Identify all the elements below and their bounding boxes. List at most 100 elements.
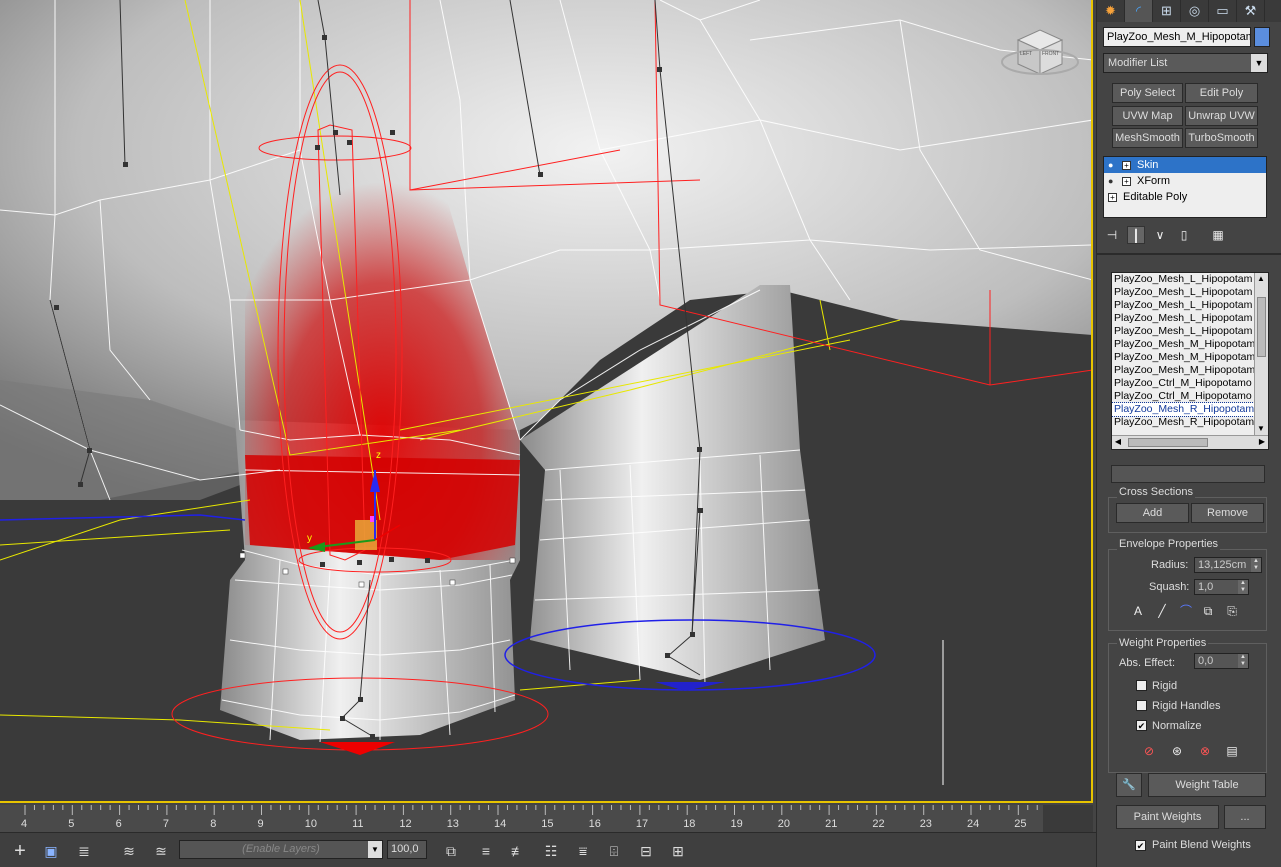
remove-cross-section-button[interactable]: Remove [1191, 503, 1264, 523]
modifier-list-label: Modifier List [1108, 57, 1168, 69]
bone-list-item[interactable]: PlayZoo_Mesh_L_Hipopotam [1112, 312, 1254, 325]
paste-envelope-icon[interactable]: ⎘ [1223, 602, 1241, 620]
add-to-layer-icon[interactable]: ⧉ [440, 840, 462, 862]
bake-weights-icon[interactable]: ▤ [1223, 742, 1241, 760]
stack-item-skin[interactable]: ● + Skin [1104, 157, 1266, 173]
scrollbar-thumb[interactable] [1128, 438, 1208, 447]
utilities-icon[interactable]: ⚒ [1237, 0, 1265, 22]
bone-name-field[interactable] [1111, 465, 1265, 483]
hide-layer-icon[interactable]: ⩸ [572, 840, 594, 862]
stack-item-editable-poly[interactable]: + Editable Poly [1104, 189, 1266, 205]
layer-render-icon[interactable]: ⊟ [635, 840, 657, 862]
bone-list-item[interactable]: PlayZoo_Mesh_L_Hipopotam [1112, 273, 1254, 286]
remove-modifier-icon[interactable]: ▯ [1175, 226, 1193, 244]
layer-dropdown[interactable]: (Enable Layers) ▼ [179, 840, 383, 859]
timeline-ruler[interactable]: 4 5 6 7 8 9 10 11 12 13 14 15 16 17 18 19 20 21 22 23 24 25 [0, 805, 1093, 832]
motion-icon[interactable]: ◎ [1181, 0, 1209, 22]
object-color-swatch[interactable] [1254, 27, 1270, 47]
copy-envelope-icon[interactable]: ⧉ [1199, 602, 1217, 620]
object-name-field[interactable]: PlayZoo_Mesh_M_Hipopotam [1103, 27, 1251, 47]
scroll-up-icon[interactable]: ▲ [1255, 273, 1267, 285]
percent-field[interactable]: 100,0 [387, 840, 427, 859]
create-icon[interactable]: ✹ [1097, 0, 1125, 22]
make-unique-icon[interactable]: ∨ [1151, 226, 1169, 244]
edit-poly-button[interactable]: Edit Poly [1185, 83, 1258, 103]
bone-list-item[interactable]: PlayZoo_Mesh_R_Hipopotam [1112, 416, 1254, 429]
chevron-down-icon: ▼ [1251, 54, 1267, 72]
paint-blend-weights-checkbox[interactable]: ✔ [1135, 840, 1146, 851]
squash-spinner[interactable]: 1,0 ▲ ▼ [1194, 579, 1249, 595]
exclude-verts-icon[interactable]: ⊘ [1140, 742, 1158, 760]
freeze-layer-icon[interactable]: ⌹ [603, 840, 625, 862]
layer-dropdown-label: (Enable Layers) [242, 843, 320, 855]
lightbulb-icon[interactable]: ● [1108, 176, 1118, 186]
normalize-checkbox[interactable]: ✔ [1136, 720, 1147, 731]
display-icon[interactable]: ▭ [1209, 0, 1237, 22]
lightbulb-icon[interactable]: ● [1108, 160, 1118, 170]
poly-select-button[interactable]: Poly Select [1112, 83, 1183, 103]
scroll-right-icon[interactable]: ▶ [1256, 436, 1268, 448]
bone-list-item[interactable]: PlayZoo_Mesh_M_Hipopotam [1112, 351, 1254, 364]
timeline-tick-label: 24 [967, 818, 980, 830]
bone-list-item[interactable]: PlayZoo_Mesh_M_Hipopotam [1112, 364, 1254, 377]
plus-icon[interactable]: + [9, 840, 31, 862]
paint-weights-button[interactable]: Paint Weights [1116, 805, 1219, 829]
bone-list-item[interactable]: PlayZoo_Mesh_L_Hipopotam [1112, 299, 1254, 312]
bone-list-vertical-scrollbar[interactable]: ▲ ▼ [1254, 273, 1268, 435]
envelope-visible-icon[interactable]: ╱ [1153, 602, 1171, 620]
rigid-checkbox[interactable] [1136, 680, 1147, 691]
modify-icon[interactable]: ◜ [1125, 0, 1153, 22]
perspective-viewport[interactable]: z y LEFT FRONT [0, 0, 1093, 803]
paint-options-button[interactable]: ... [1224, 805, 1266, 829]
turbosmooth-button[interactable]: TurboSmooth [1185, 128, 1258, 148]
spinner-arrows-icon[interactable]: ▲ ▼ [1251, 558, 1261, 572]
bone-list-item[interactable]: PlayZoo_Ctrl_M_Hipopotamo [1112, 390, 1254, 403]
scroll-down-icon[interactable]: ▼ [1255, 423, 1267, 435]
rigid-handles-label: Rigid Handles [1152, 700, 1221, 712]
pin-stack-icon[interactable]: ⊣ [1103, 226, 1121, 244]
select-layer-icon[interactable]: ≣ [73, 840, 95, 862]
include-verts-icon[interactable]: ⊛ [1168, 742, 1186, 760]
uvw-map-button[interactable]: UVW Map [1112, 106, 1183, 126]
bone-list[interactable]: PlayZoo_Mesh_L_Hipopotam PlayZoo_Mesh_L_H… [1111, 272, 1269, 450]
select-object-icon[interactable]: ▣ [40, 840, 62, 862]
expand-icon[interactable]: + [1108, 192, 1117, 202]
meshsmooth-button[interactable]: MeshSmooth [1112, 128, 1183, 148]
configure-modifier-sets-icon[interactable]: ▦ [1209, 226, 1227, 244]
layer-manager-icon[interactable]: ≋ [118, 840, 140, 862]
spinner-arrows-icon[interactable]: ▲ ▼ [1238, 580, 1248, 594]
falloff-icon[interactable]: ⌒ [1177, 602, 1195, 620]
scroll-left-icon[interactable]: ◀ [1112, 436, 1124, 448]
wrench-button[interactable]: 🔧 [1116, 773, 1142, 797]
bone-list-item[interactable]: PlayZoo_Ctrl_M_Hipopotamo [1112, 377, 1254, 390]
layer-color-icon[interactable]: ⊞ [667, 840, 689, 862]
envelope-absolute-icon[interactable]: A [1129, 602, 1147, 620]
viewcube-face-front: FRONT [1042, 51, 1059, 57]
rigid-handles-checkbox[interactable] [1136, 700, 1147, 711]
bone-list-item[interactable]: PlayZoo_Mesh_L_Hipopotam [1112, 286, 1254, 299]
axis-label-y: y [307, 533, 312, 544]
select-layer-objects-icon[interactable]: ☷ [540, 840, 562, 862]
expand-icon[interactable]: + [1122, 160, 1131, 170]
stack-item-xform[interactable]: ● + XForm [1104, 173, 1266, 189]
squash-label: Squash: [1149, 581, 1190, 593]
modifier-list-dropdown[interactable]: Modifier List ▼ [1103, 53, 1268, 73]
select-excluded-icon[interactable]: ⊗ [1196, 742, 1214, 760]
spinner-arrows-icon[interactable]: ▲ ▼ [1238, 654, 1248, 668]
expand-icon[interactable]: + [1122, 176, 1131, 186]
show-end-result-icon[interactable]: ┃ [1127, 226, 1145, 244]
add-cross-section-button[interactable]: Add [1116, 503, 1189, 523]
bone-list-item[interactable]: PlayZoo_Mesh_L_Hipopotam [1112, 325, 1254, 338]
layer-properties-icon[interactable]: ≊ [150, 840, 172, 862]
abs-effect-spinner[interactable]: 0,0 ▲ ▼ [1194, 653, 1249, 669]
scrollbar-thumb[interactable] [1257, 297, 1266, 357]
bone-list-item[interactable]: PlayZoo_Mesh_R_Hipopotam [1112, 402, 1255, 417]
bone-list-item[interactable]: PlayZoo_Mesh_M_Hipopotam [1112, 338, 1254, 351]
radius-spinner[interactable]: 13,125cm ▲ ▼ [1194, 557, 1262, 573]
create-layer-icon[interactable]: ≡ [475, 840, 497, 862]
weight-table-button[interactable]: Weight Table [1148, 773, 1266, 797]
bone-list-horizontal-scrollbar[interactable]: ◀ ▶ [1112, 435, 1268, 449]
delete-layer-icon[interactable]: ≢ [507, 840, 529, 862]
hierarchy-icon[interactable]: ⊞ [1153, 0, 1181, 22]
unwrap-uvw-button[interactable]: Unwrap UVW [1185, 106, 1258, 126]
